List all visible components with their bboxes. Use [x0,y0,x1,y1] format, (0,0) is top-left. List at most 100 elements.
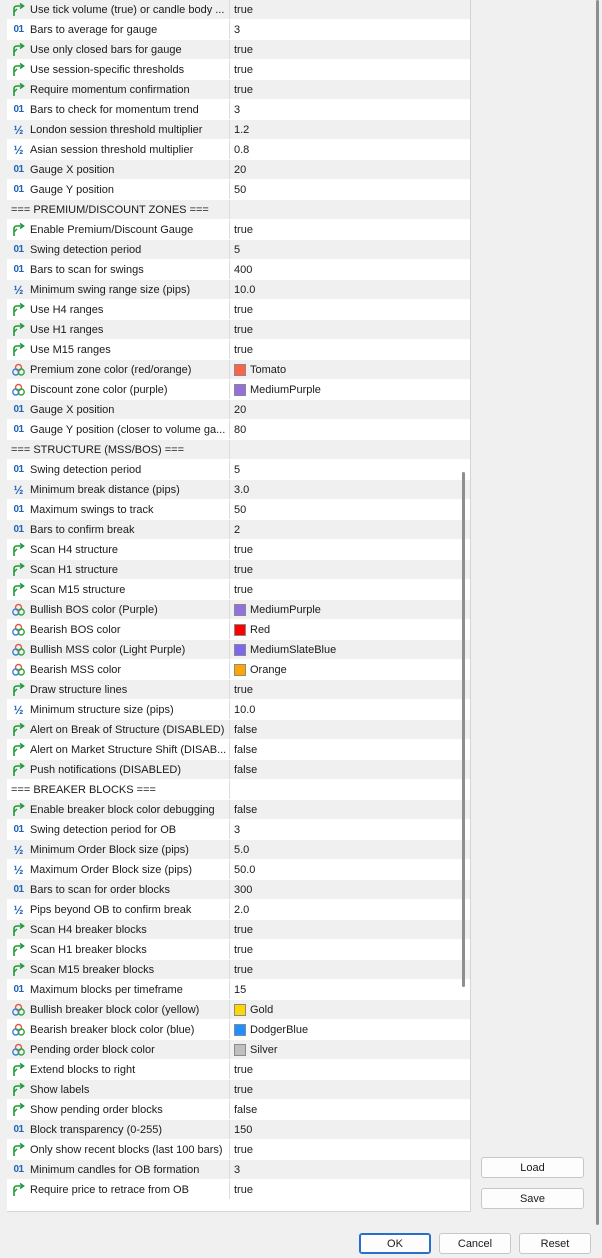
parameter-row[interactable]: 01 Swing detection period 5 [7,460,470,480]
parameter-row[interactable]: 01 Maximum swings to track 50 [7,500,470,520]
parameter-row[interactable]: 01 Maximum blocks per timeframe 15 [7,980,470,1000]
parameter-value-cell[interactable]: 400 [230,260,470,279]
parameter-value-cell[interactable]: 2.0 [230,900,470,919]
parameters-scrollbar[interactable] [462,472,465,987]
reset-button[interactable]: Reset [519,1233,591,1254]
parameter-row[interactable]: Enable breaker block color debugging fals… [7,800,470,820]
parameter-value-cell[interactable]: false [230,760,470,779]
parameter-row[interactable]: ½ London session threshold multiplier 1.2 [7,120,470,140]
parameter-value-cell[interactable]: 3 [230,820,470,839]
parameter-row[interactable]: Scan H1 structure true [7,560,470,580]
parameter-row[interactable]: Require momentum confirmation true [7,80,470,100]
parameter-value-cell[interactable]: 50.0 [230,860,470,879]
parameter-row[interactable]: Use H4 ranges true [7,300,470,320]
parameter-row[interactable]: ½ Asian session threshold multiplier 0.8 [7,140,470,160]
parameter-value-cell[interactable]: 2 [230,520,470,539]
parameter-value-cell[interactable]: true [230,960,470,979]
parameter-row[interactable]: 01 Bars to check for momentum trend 3 [7,100,470,120]
parameter-value-cell[interactable]: false [230,720,470,739]
parameter-value-cell[interactable]: 300 [230,880,470,899]
parameter-row[interactable]: Discount zone color (purple) MediumPurple [7,380,470,400]
parameter-value-cell[interactable]: true [230,1140,470,1159]
parameter-value-cell[interactable]: false [230,740,470,759]
load-button[interactable]: Load [481,1157,584,1178]
parameter-value-cell[interactable]: Orange [230,660,470,679]
parameter-row[interactable]: 01 Bars to average for gauge 3 [7,20,470,40]
parameter-value-cell[interactable]: 150 [230,1120,470,1139]
parameter-value-cell[interactable]: 15 [230,980,470,999]
parameter-row[interactable]: Only show recent blocks (last 100 bars) t… [7,1140,470,1160]
parameter-value-cell[interactable]: true [230,1180,470,1199]
parameter-value-cell[interactable]: 50 [230,180,470,199]
parameter-value-cell[interactable]: true [230,1060,470,1079]
parameter-value-cell[interactable]: true [230,320,470,339]
parameter-row[interactable]: Scan H4 breaker blocks true [7,920,470,940]
parameter-value-cell[interactable]: true [230,340,470,359]
parameter-row[interactable]: Scan H1 breaker blocks true [7,940,470,960]
parameter-value-cell[interactable]: Red [230,620,470,639]
parameter-row[interactable]: 01 Gauge Y position (closer to volume ga.… [7,420,470,440]
parameter-row[interactable]: Require price to retrace from OB true [7,1180,470,1200]
parameter-value-cell[interactable]: 5 [230,240,470,259]
parameter-row[interactable]: ½ Minimum structure size (pips) 10.0 [7,700,470,720]
parameter-row[interactable]: Use H1 ranges true [7,320,470,340]
parameter-row[interactable]: Push notifications (DISABLED) false [7,760,470,780]
parameter-row[interactable]: 01 Bars to scan for order blocks 300 [7,880,470,900]
parameter-row[interactable]: Use only closed bars for gauge true [7,40,470,60]
parameter-value-cell[interactable]: true [230,580,470,599]
parameter-row[interactable]: Alert on Break of Structure (DISABLED) fa… [7,720,470,740]
parameter-row[interactable]: Scan M15 structure true [7,580,470,600]
parameter-row[interactable]: 01 Swing detection period for OB 3 [7,820,470,840]
parameter-value-cell[interactable]: 5 [230,460,470,479]
parameter-row[interactable]: 01 Bars to confirm break 2 [7,520,470,540]
parameter-value-cell[interactable]: 0.8 [230,140,470,159]
parameter-value-cell[interactable]: true [230,0,470,19]
parameter-value-cell[interactable]: true [230,540,470,559]
parameter-value-cell[interactable]: 1.2 [230,120,470,139]
parameter-row[interactable]: Use session-specific thresholds true [7,60,470,80]
parameter-row[interactable]: 01 Minimum candles for OB formation 3 [7,1160,470,1180]
parameter-row[interactable]: Scan M15 breaker blocks true [7,960,470,980]
parameter-value-cell[interactable]: Silver [230,1040,470,1059]
parameter-value-cell[interactable]: Tomato [230,360,470,379]
parameter-value-cell[interactable]: true [230,60,470,79]
parameter-value-cell[interactable]: 80 [230,420,470,439]
parameter-row[interactable]: Bearish breaker block color (blue) Dodger… [7,1020,470,1040]
ok-button[interactable]: OK [359,1233,431,1254]
save-button[interactable]: Save [481,1188,584,1209]
parameter-row[interactable]: 01 Gauge X position 20 [7,160,470,180]
parameter-value-cell[interactable]: 5.0 [230,840,470,859]
parameter-value-cell[interactable]: MediumPurple [230,600,470,619]
parameter-value-cell[interactable]: true [230,680,470,699]
parameter-row[interactable]: Bullish breaker block color (yellow) Gold [7,1000,470,1020]
parameter-row[interactable]: Show pending order blocks false [7,1100,470,1120]
parameter-row[interactable]: Bullish MSS color (Light Purple) MediumSl… [7,640,470,660]
parameter-value-cell[interactable]: MediumSlateBlue [230,640,470,659]
parameter-row[interactable]: Bearish MSS color Orange [7,660,470,680]
parameter-row[interactable]: ½ Maximum Order Block size (pips) 50.0 [7,860,470,880]
parameter-value-cell[interactable]: Gold [230,1000,470,1019]
parameter-value-cell[interactable]: 10.0 [230,280,470,299]
parameter-value-cell[interactable]: false [230,800,470,819]
parameter-row[interactable]: Bullish BOS color (Purple) MediumPurple [7,600,470,620]
parameter-value-cell[interactable]: 20 [230,400,470,419]
parameter-value-cell[interactable]: 10.0 [230,700,470,719]
parameter-value-cell[interactable]: true [230,1080,470,1099]
parameter-value-cell[interactable]: true [230,920,470,939]
parameter-value-cell[interactable]: true [230,560,470,579]
parameter-row[interactable]: 01 Gauge X position 20 [7,400,470,420]
parameter-row[interactable]: ½ Pips beyond OB to confirm break 2.0 [7,900,470,920]
parameter-row[interactable]: Premium zone color (red/orange) Tomato [7,360,470,380]
parameter-row[interactable]: Pending order block color Silver [7,1040,470,1060]
parameter-row[interactable]: ½ Minimum Order Block size (pips) 5.0 [7,840,470,860]
parameter-value-cell[interactable]: 3 [230,1160,470,1179]
parameter-row[interactable]: Use tick volume (true) or candle body ..… [7,0,470,20]
parameter-value-cell[interactable]: MediumPurple [230,380,470,399]
parameter-row[interactable]: Enable Premium/Discount Gauge true [7,220,470,240]
parameter-row[interactable]: 01 Swing detection period 5 [7,240,470,260]
parameter-row[interactable]: 01 Block transparency (0-255) 150 [7,1120,470,1140]
window-scrollbar[interactable] [596,0,599,1225]
parameter-value-cell[interactable]: 20 [230,160,470,179]
parameter-row[interactable]: Scan H4 structure true [7,540,470,560]
parameter-row[interactable]: Extend blocks to right true [7,1060,470,1080]
